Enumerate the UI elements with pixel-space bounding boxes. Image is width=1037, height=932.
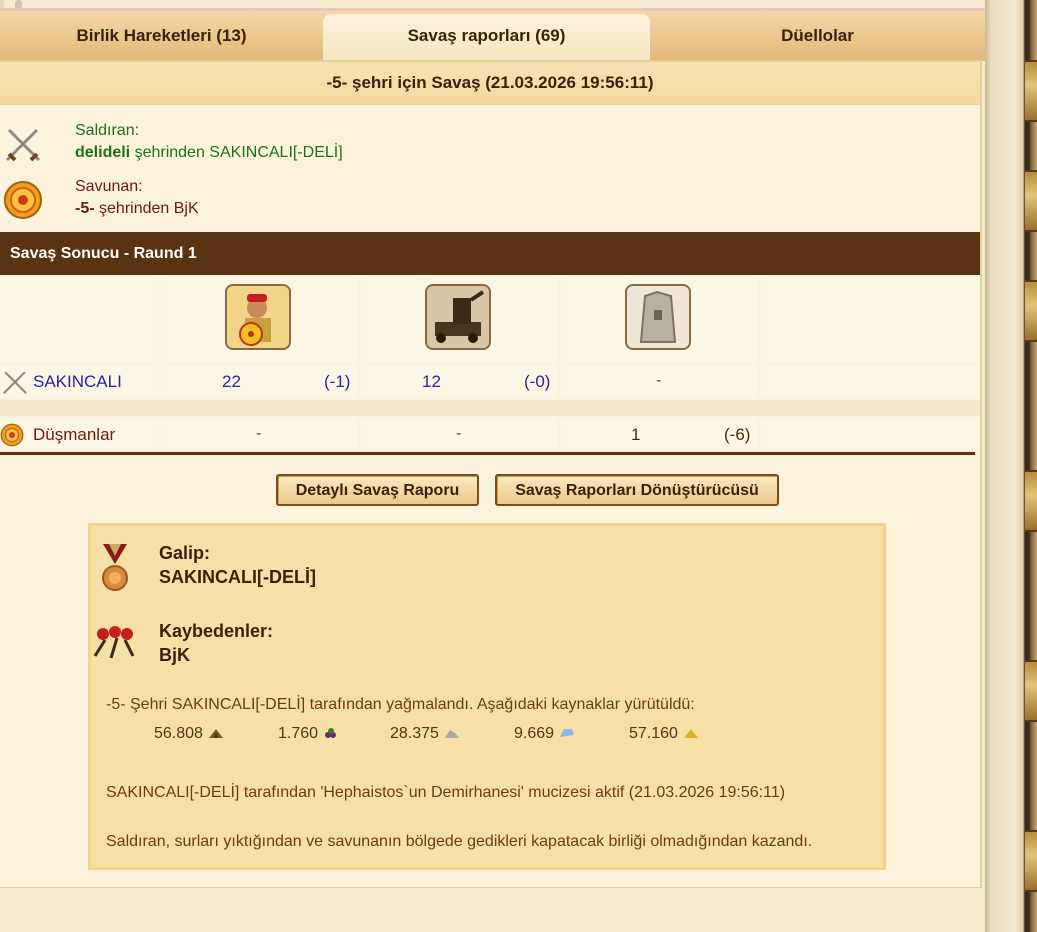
header-empty-cell (761, 275, 980, 363)
defender-role-label: Savunan: (75, 178, 143, 195)
unit-count-cell: 1 (-6) (561, 418, 758, 451)
wine-icon (325, 728, 337, 738)
winner-label: Galip: (159, 543, 211, 563)
unit-count: - (456, 425, 462, 442)
victory-reason-text: Saldıran, surları yıktığından ve savunan… (106, 833, 813, 850)
row-spacer (0, 400, 980, 416)
defender-origin: -5- şehrinden BjK (75, 200, 199, 218)
unit-count-cell: 12 (-0) (361, 365, 558, 398)
pillage-text: -5- Şehri SAKINCALI[-DELİ] tarafından ya… (106, 696, 695, 713)
unit-header-cell (161, 275, 358, 363)
empty-cell (761, 418, 980, 451)
shield-icon (0, 423, 24, 447)
resource-wine: 1.760 (278, 725, 340, 743)
crystal-icon (560, 729, 575, 737)
frame-ornament (1025, 830, 1037, 892)
attacker-role-label: Saldıran: (75, 122, 140, 139)
header-empty-cell (0, 275, 159, 363)
unit-count-cell: - (361, 418, 558, 451)
defender-row-name: Düşmanlar (33, 425, 116, 444)
table-divider (0, 452, 975, 455)
unit-count: - (256, 425, 262, 442)
defeated-soldiers-icon (93, 626, 135, 659)
attacker-row-name: SAKINCALI (33, 372, 122, 391)
unit-count: - (656, 372, 662, 389)
sulfur-icon (683, 729, 698, 738)
battle-report-panel: -5- şehri için Savaş (21.03.2026 19:56:1… (0, 60, 982, 889)
loser-name: BjK (159, 645, 190, 665)
frame-ornament (1025, 280, 1037, 342)
attacker-row-label: SAKINCALI (0, 365, 159, 398)
resource-marble: 28.375 (390, 725, 461, 743)
marble-icon (444, 730, 459, 738)
resource-amount: 57.160 (629, 725, 678, 742)
defender-city-link[interactable]: -5- (75, 200, 95, 217)
defender-info: Savunan: -5- şehrinden BjK (0, 170, 980, 226)
resource-amount: 56.808 (154, 725, 203, 742)
right-frame (985, 0, 1037, 932)
tab-battle-reports[interactable]: Savaş raporları (69) (323, 14, 650, 61)
wall-unit-icon[interactable] (625, 284, 691, 350)
unit-loss: (-0) (524, 372, 551, 391)
defender-row-label: Düşmanlar (0, 418, 159, 451)
battle-title: -5- şehri için Savaş (21.03.2026 19:56:1… (0, 62, 980, 105)
unit-loss: (-1) (324, 372, 351, 391)
attacker-name: şehrinden SAKINCALI[-DELİ] (134, 144, 343, 161)
loser-label: Kaybedenler: (159, 621, 274, 641)
attacker-city-link[interactable]: delideli (75, 144, 130, 161)
tab-duels[interactable]: Düellolar (650, 11, 985, 61)
wood-icon (208, 729, 223, 738)
battle-outcome-box: Galip: SAKINCALI[-DELİ] Kaybedenler: BjK… (88, 523, 886, 870)
winner-name: SAKINCALI[-DELİ] (159, 567, 316, 587)
crossed-swords-icon (3, 371, 27, 394)
hoplite-unit-icon[interactable] (225, 284, 291, 350)
frame-ornament (1025, 170, 1037, 232)
unit-header-cell (561, 275, 758, 363)
crossed-swords-icon (5, 128, 41, 162)
battle-result-band: Savaş Sonucu - Raund 1 (0, 232, 980, 275)
resource-amount: 28.375 (390, 725, 439, 742)
resource-amount: 1.760 (278, 725, 319, 742)
unit-count-cell: 22 (-1) (161, 365, 358, 398)
tab-troop-movements[interactable]: Birlik Hareketleri (13) (0, 11, 323, 61)
unit-header-cell (361, 275, 558, 363)
report-tabs: Birlik Hareketleri (13) Savaş raporları … (0, 8, 985, 61)
frame-ornament (1025, 660, 1037, 722)
empty-cell (761, 365, 980, 398)
attacker-info: Saldıran: delideli şehrinden SAKINCALI[-… (0, 114, 980, 170)
unit-count: 1 (631, 425, 641, 444)
unit-count: 12 (422, 372, 441, 391)
frame-ornament (1025, 470, 1037, 532)
report-converter-button[interactable]: Savaş Raporları Dönüştürücüsü (495, 474, 779, 506)
resource-amount: 9.669 (514, 725, 555, 742)
catapult-unit-icon[interactable] (425, 284, 491, 350)
unit-count-cell: - (561, 365, 758, 398)
wonder-text: SAKINCALI[-DELİ] tarafından 'Hephaistos`… (106, 784, 786, 801)
resource-crystal: 9.669 (514, 725, 576, 743)
detailed-report-button[interactable]: Detaylı Savaş Raporu (276, 474, 479, 506)
resource-sulfur: 57.160 (629, 725, 700, 743)
bottom-strip (0, 888, 985, 932)
resource-wood: 56.808 (154, 725, 225, 743)
medal-icon (102, 544, 128, 591)
defender-name: şehrinden BjK (99, 200, 199, 217)
attacker-origin: delideli şehrinden SAKINCALI[-DELİ] (75, 144, 343, 162)
unit-loss: (-6) (724, 425, 751, 444)
shield-icon (4, 181, 42, 219)
unit-count: 22 (222, 372, 241, 391)
unit-count-cell: - (161, 418, 358, 451)
frame-ornament (1025, 60, 1037, 122)
